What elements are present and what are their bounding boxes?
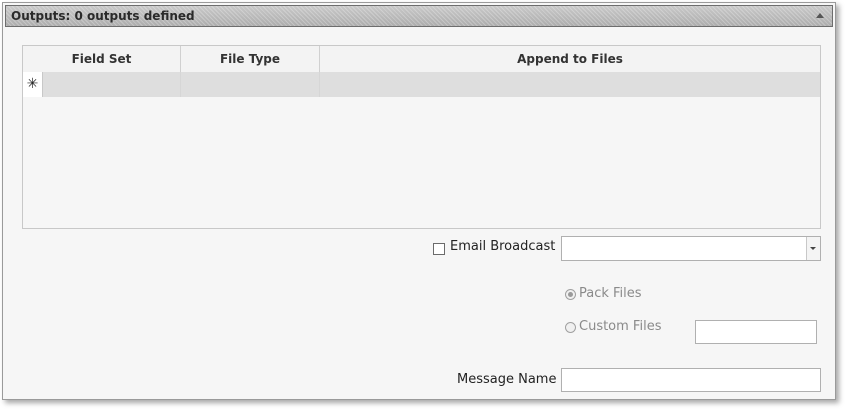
custom-files-label: Custom Files — [579, 319, 662, 334]
grid-new-row[interactable]: ✳ — [23, 72, 820, 97]
chevron-down-icon — [810, 247, 816, 250]
new-row-asterisk-icon: ✳ — [23, 72, 43, 97]
message-name-input[interactable] — [561, 368, 821, 392]
collapse-chevron-up-icon[interactable] — [816, 13, 824, 18]
column-header-file-type[interactable]: File Type — [181, 46, 320, 72]
dropdown-button[interactable] — [806, 237, 820, 260]
new-row-field-set-cell[interactable] — [43, 72, 181, 97]
outputs-section-header[interactable]: Outputs: 0 outputs defined — [5, 5, 833, 27]
email-broadcast-dropdown[interactable] — [561, 236, 821, 261]
message-name-label: Message Name — [457, 372, 557, 387]
column-header-append-to-files[interactable]: Append to Files — [320, 46, 820, 72]
column-header-field-set[interactable]: Field Set — [23, 46, 181, 72]
custom-files-radio[interactable] — [565, 322, 576, 333]
outputs-grid[interactable]: Field Set File Type Append to Files ✳ — [22, 45, 821, 229]
new-row-append-to-files-cell[interactable] — [320, 72, 820, 97]
email-broadcast-checkbox[interactable] — [433, 243, 445, 255]
radio-selected-dot — [568, 292, 573, 297]
pack-files-label: Pack Files — [579, 286, 642, 301]
outputs-panel: Outputs: 0 outputs defined Field Set Fil… — [2, 2, 836, 400]
outputs-section-title: Outputs: 0 outputs defined — [11, 9, 195, 23]
pack-files-radio[interactable] — [565, 289, 576, 300]
new-row-file-type-cell[interactable] — [181, 72, 320, 97]
custom-files-input[interactable] — [695, 320, 817, 344]
grid-header-row: Field Set File Type Append to Files — [23, 46, 820, 73]
email-broadcast-label: Email Broadcast — [450, 239, 556, 254]
